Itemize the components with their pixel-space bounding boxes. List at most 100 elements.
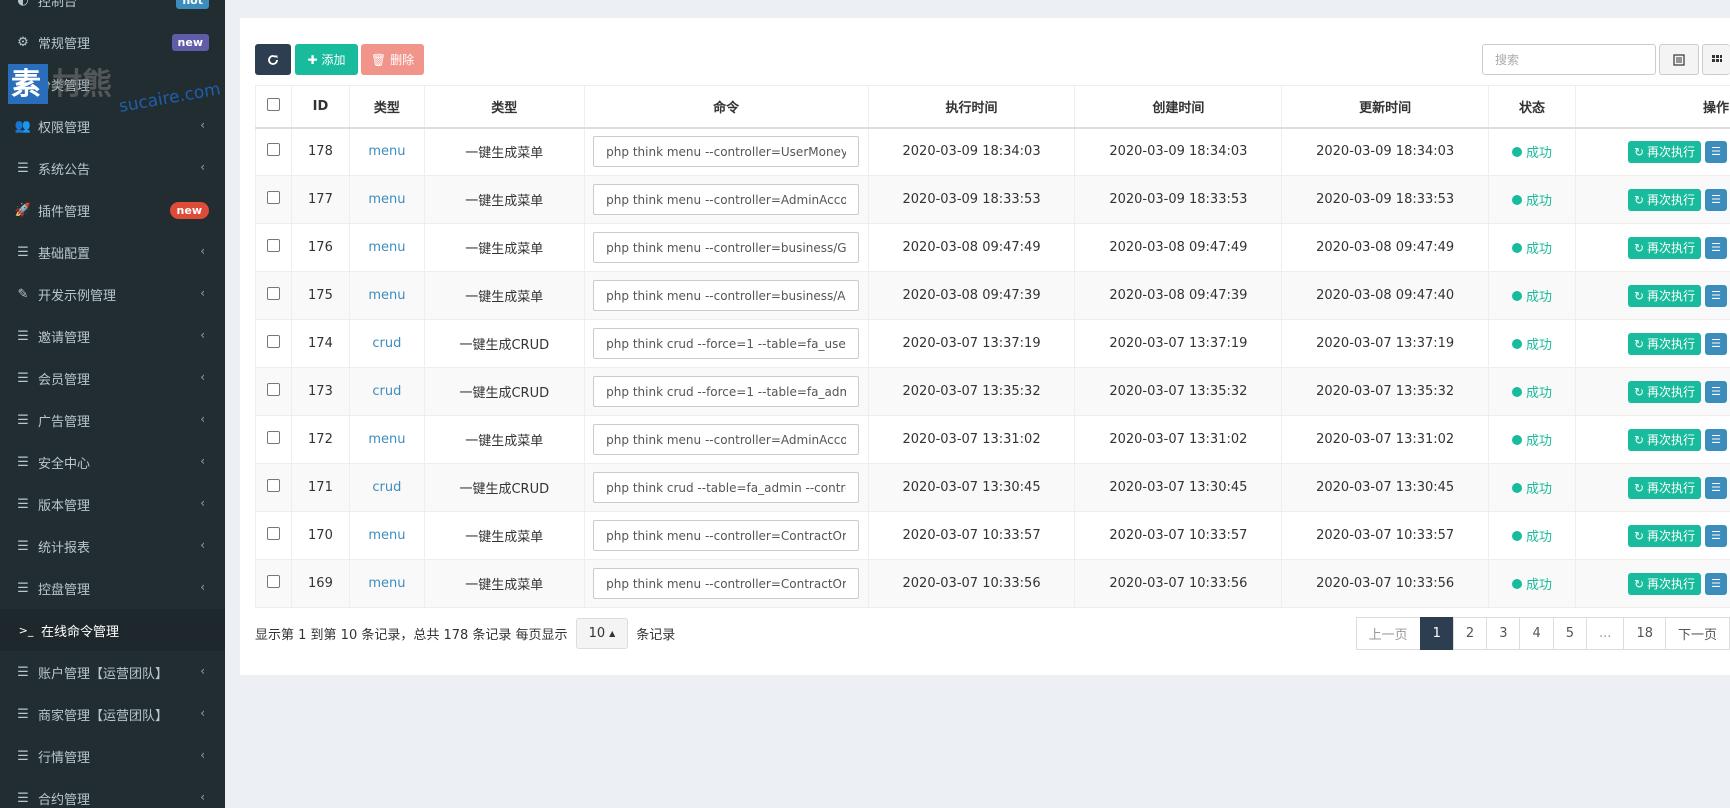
col-header-type-text[interactable]: 类型 [423,85,585,129]
sidebar-item-3[interactable]: 👥 权限管理 ‹ [0,105,225,147]
type-link[interactable]: menu [368,528,405,543]
rerun-button[interactable]: ↻ 再次执行 [1627,188,1702,211]
list-icon: ☰ [1711,241,1721,254]
columns-button[interactable] [1702,44,1730,75]
detail-button[interactable]: ☰ [1705,380,1728,403]
row-checkbox[interactable] [266,527,280,540]
prev-page-button[interactable]: 上一页 [1355,617,1421,650]
row-checkbox[interactable] [266,383,280,396]
page-button-4[interactable]: 4 [1519,617,1554,650]
col-header-updated-time[interactable]: 更新时间 [1281,85,1490,129]
sidebar-item-13[interactable]: ☰ 统计报表 ‹ [0,525,225,567]
sidebar-item-17[interactable]: ☰ 商家管理【运营团队】 ‹ [0,693,225,735]
detail-button[interactable]: ☰ [1705,188,1728,211]
row-checkbox[interactable] [266,287,280,300]
sidebar-item-14[interactable]: ☰ 控盘管理 ‹ [0,567,225,609]
sidebar-item-2[interactable]: ☰ 分类管理 [0,63,225,105]
select-all-checkbox[interactable] [266,97,280,111]
row-checkbox[interactable] [266,335,280,348]
page-button-18[interactable]: 18 [1623,617,1666,650]
sidebar-item-6[interactable]: ☰ 基础配置 ‹ [0,231,225,273]
detail-button[interactable]: ☰ [1705,140,1728,163]
command-field[interactable] [593,280,860,311]
command-field[interactable] [593,136,860,168]
delete-button[interactable]: 🗑 删除 [361,44,424,75]
col-header-status[interactable]: 状态 [1488,85,1576,129]
refresh-button[interactable] [255,44,291,75]
rerun-button[interactable]: ↻ 再次执行 [1627,284,1702,307]
rerun-button[interactable]: ↻ 再次执行 [1627,572,1702,595]
row-checkbox[interactable] [266,143,280,157]
rerun-button[interactable]: ↻ 再次执行 [1627,332,1702,355]
type-link[interactable]: menu [368,240,405,255]
detail-button[interactable]: ☰ [1705,524,1728,547]
sidebar-item-1[interactable]: ⚙ 常规管理 new [0,21,225,63]
page-button-5[interactable]: 5 [1552,617,1588,650]
command-field[interactable] [593,232,860,263]
row-checkbox[interactable] [266,575,280,588]
row-checkbox[interactable] [266,479,280,492]
type-link[interactable]: crud [372,480,401,495]
rerun-button[interactable]: ↻ 再次执行 [1627,380,1702,403]
sidebar-item-9[interactable]: ☰ 会员管理 ‹ [0,357,225,399]
toggle-view-button[interactable] [1659,44,1699,75]
sidebar-item-10[interactable]: ☰ 广告管理 ‹ [0,399,225,441]
type-link[interactable]: menu [368,288,405,303]
row-actions: ↻ 再次执行 ☰ [1576,332,1730,355]
sidebar-item-16[interactable]: ☰ 账户管理【运营团队】 ‹ [0,651,225,693]
search-input[interactable] [1482,44,1656,75]
command-field[interactable] [593,184,860,215]
rerun-button[interactable]: ↻ 再次执行 [1627,428,1702,451]
type-link[interactable]: crud [372,336,401,351]
page-button-2[interactable]: 2 [1452,617,1488,650]
sidebar-item-18[interactable]: ☰ 行情管理 ‹ [0,735,225,777]
type-link[interactable]: menu [368,192,405,207]
sidebar-item-8[interactable]: ☰ 邀请管理 ‹ [0,315,225,357]
status-dot-icon [1511,530,1522,541]
type-link[interactable]: menu [368,576,405,591]
rerun-button[interactable]: ↻ 再次执行 [1627,476,1702,499]
page-ellipsis[interactable]: ... [1586,617,1625,650]
command-field[interactable] [593,568,860,599]
detail-button[interactable]: ☰ [1705,476,1728,499]
rerun-button[interactable]: ↻ 再次执行 [1627,140,1702,163]
detail-button[interactable]: ☰ [1705,332,1728,355]
page-button-3[interactable]: 3 [1486,617,1521,650]
rerun-button[interactable]: ↻ 再次执行 [1627,524,1702,547]
col-header-exec-time[interactable]: 执行时间 [867,85,1076,129]
row-checkbox[interactable] [266,191,280,204]
detail-button[interactable]: ☰ [1705,236,1728,259]
page-button-1[interactable]: 1 [1419,617,1454,650]
detail-button[interactable]: ☰ [1705,572,1728,595]
col-header-type[interactable]: 类型 [348,85,425,129]
sidebar-item-7[interactable]: ✎ 开发示例管理 ‹ [0,273,225,315]
sidebar-item-11[interactable]: ☰ 安全中心 ‹ [0,441,225,483]
page-size-dropdown[interactable]: 10 ▲ [575,618,629,649]
row-actions: ↻ 再次执行 ☰ [1576,476,1730,499]
sidebar-item-15[interactable]: >_ 在线命令管理 [0,609,225,651]
command-field[interactable] [593,472,860,503]
next-page-button[interactable]: 下一页 [1664,617,1730,650]
add-button[interactable]: ✚ 添加 [295,44,358,75]
type-link[interactable]: menu [368,432,405,447]
sidebar-item-5[interactable]: 🚀 插件管理 new [0,189,225,231]
sidebar-item-4[interactable]: ☰ 系统公告 ‹ [0,147,225,189]
cell-type-text: 一键生成菜单 [423,271,585,320]
row-checkbox[interactable] [266,431,280,444]
sidebar-item-0[interactable]: ◐ 控制台 hot [0,0,225,21]
sidebar-item-12[interactable]: ☰ 版本管理 ‹ [0,483,225,525]
command-field[interactable] [593,376,860,407]
type-link[interactable]: menu [368,144,405,159]
detail-button[interactable]: ☰ [1705,428,1728,451]
command-field[interactable] [593,520,860,551]
command-field[interactable] [593,424,860,455]
sidebar-item-19[interactable]: ☰ 合约管理 ‹ [0,777,225,808]
detail-button[interactable]: ☰ [1705,284,1728,307]
rerun-button[interactable]: ↻ 再次执行 [1627,236,1702,259]
row-checkbox[interactable] [266,239,280,252]
col-header-command[interactable]: 命令 [583,85,869,129]
command-field[interactable] [593,328,860,359]
col-header-created-time[interactable]: 创建时间 [1074,85,1283,129]
col-header-id[interactable]: ID [290,85,350,129]
type-link[interactable]: crud [372,384,401,399]
